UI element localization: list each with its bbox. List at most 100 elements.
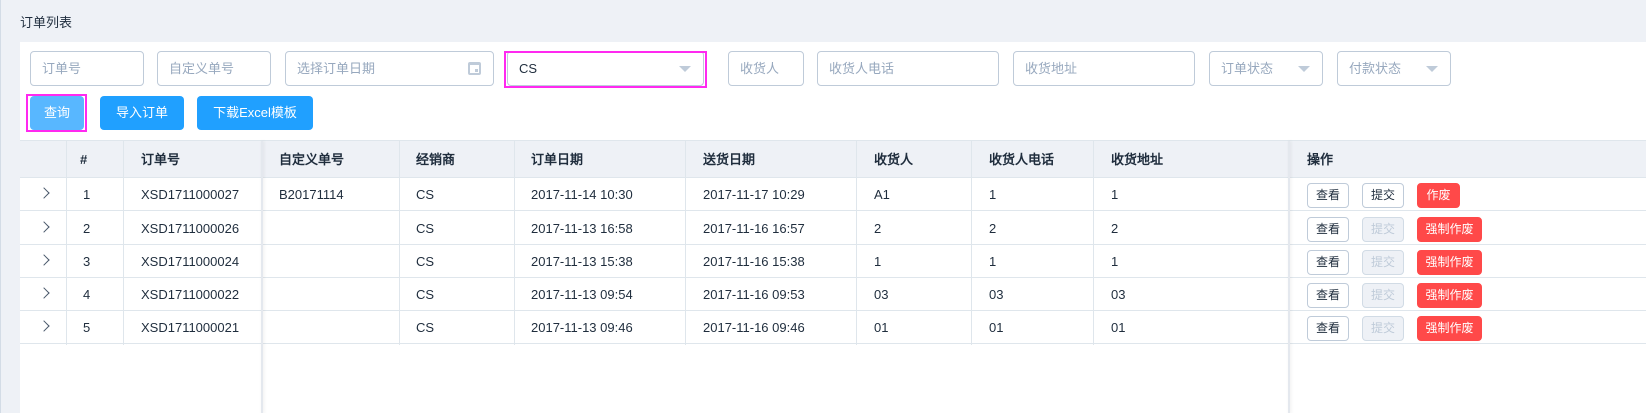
receiver-phone-input[interactable]: 收货人电话 — [817, 51, 999, 86]
cell-dealer: CS — [416, 320, 435, 335]
cell-order-date: 2017-11-13 09:54 — [531, 287, 633, 302]
fixed-column-divider — [1288, 141, 1290, 413]
cell-receiver: 01 — [874, 320, 889, 335]
cell-index: 3 — [83, 254, 91, 269]
force-void-button[interactable]: 强制作废 — [1417, 283, 1482, 308]
table-row: 4 XSD1711000022 CS 2017-11-13 09:54 2017… — [20, 278, 1646, 311]
column-divider — [685, 141, 686, 345]
cell-order-date: 2017-11-13 15:38 — [531, 254, 633, 269]
cell-index: 5 — [83, 320, 91, 335]
column-divider — [971, 141, 972, 345]
cell-delivery-date: 2017-11-17 10:29 — [703, 187, 805, 202]
cell-order-no: XSD1711000026 — [141, 221, 240, 236]
cell-dealer: CS — [416, 254, 435, 269]
cell-receiver: A1 — [874, 187, 890, 202]
cell-custom-no: B20171114 — [279, 187, 344, 202]
cell-dealer: CS — [416, 287, 435, 302]
table-row: 1 XSD1711000027 B20171114 CS 2017-11-14 … — [20, 178, 1646, 211]
cell-order-no: XSD1711000021 — [141, 320, 240, 335]
cell-delivery-date: 2017-11-16 09:46 — [703, 320, 805, 335]
chevron-right-icon[interactable] — [38, 187, 50, 199]
column-divider — [66, 141, 67, 345]
calendar-icon — [468, 62, 481, 75]
import-order-button[interactable]: 导入订单 — [100, 96, 184, 130]
header-receiver: 收货人 — [874, 152, 914, 167]
column-divider — [514, 141, 515, 345]
header-receiver-phone: 收货人电话 — [989, 152, 1055, 167]
left-border — [0, 0, 1, 413]
submit-button-disabled: 提交 — [1362, 217, 1404, 242]
payment-status-placeholder: 付款状态 — [1349, 61, 1402, 76]
chevron-right-icon[interactable] — [38, 254, 50, 266]
table-row: 3 XSD1711000024 CS 2017-11-13 15:38 2017… — [20, 245, 1646, 278]
header-order-no: 订单号 — [141, 152, 181, 167]
fixed-column-divider — [261, 141, 263, 413]
force-void-button[interactable]: 强制作废 — [1417, 316, 1482, 341]
order-date-placeholder: 选择订单日期 — [297, 61, 376, 76]
header-index: # — [80, 152, 88, 167]
order-no-input[interactable]: 订单号 — [30, 51, 144, 86]
cell-address: 1 — [1111, 254, 1119, 269]
column-divider — [1093, 141, 1094, 345]
cell-delivery-date: 2017-11-16 15:38 — [703, 254, 805, 269]
cell-receiver: 1 — [874, 254, 882, 269]
cell-phone: 03 — [989, 287, 1004, 302]
header-address: 收货地址 — [1111, 152, 1164, 167]
cell-address: 03 — [1111, 287, 1126, 302]
submit-button[interactable]: 提交 — [1362, 183, 1404, 208]
cell-dealer: CS — [416, 221, 435, 236]
cell-address: 01 — [1111, 320, 1126, 335]
table-row: 2 XSD1711000026 CS 2017-11-13 16:58 2017… — [20, 212, 1646, 245]
cell-phone: 01 — [989, 320, 1004, 335]
order-date-picker[interactable]: 选择订单日期 — [285, 51, 494, 86]
cell-phone: 1 — [989, 254, 997, 269]
header-dealer: 经销商 — [416, 152, 456, 167]
cell-phone: 1 — [989, 187, 997, 202]
cell-order-no: XSD1711000027 — [141, 187, 240, 202]
column-divider — [856, 141, 857, 345]
chevron-right-icon[interactable] — [38, 221, 50, 233]
column-divider — [123, 141, 124, 345]
table-row: 5 XSD1711000021 CS 2017-11-13 09:46 2017… — [20, 311, 1646, 344]
chevron-right-icon[interactable] — [38, 287, 50, 299]
cell-index: 4 — [83, 287, 91, 302]
query-button-highlight — [26, 94, 87, 132]
submit-button-disabled: 提交 — [1362, 250, 1404, 275]
view-button[interactable]: 查看 — [1307, 283, 1349, 308]
order-status-select[interactable]: 订单状态 — [1209, 51, 1323, 86]
cell-receiver: 03 — [874, 287, 889, 302]
chevron-down-icon — [1298, 66, 1310, 72]
header-delivery-date: 送货日期 — [703, 152, 756, 167]
force-void-button[interactable]: 强制作废 — [1417, 250, 1482, 275]
cell-order-date: 2017-11-13 09:46 — [531, 320, 633, 335]
orders-table: # 订单号 自定义单号 经销商 订单日期 送货日期 收货人 收货人电话 收货地址… — [20, 140, 1646, 413]
column-divider — [399, 141, 400, 345]
submit-button-disabled: 提交 — [1362, 316, 1404, 341]
cell-delivery-date: 2017-11-16 16:57 — [703, 221, 805, 236]
header-order-date: 订单日期 — [531, 152, 584, 167]
receiver-input[interactable]: 收货人 — [728, 51, 804, 86]
cell-index: 1 — [83, 187, 91, 202]
view-button[interactable]: 查看 — [1307, 316, 1349, 341]
chevron-down-icon — [1426, 66, 1438, 72]
cell-receiver: 2 — [874, 221, 882, 236]
cell-order-no: XSD1711000022 — [141, 287, 240, 302]
table-header: # 订单号 自定义单号 经销商 订单日期 送货日期 收货人 收货人电话 收货地址… — [20, 141, 1646, 178]
custom-no-input[interactable]: 自定义单号 — [157, 51, 271, 86]
void-button[interactable]: 作废 — [1417, 183, 1460, 208]
view-button[interactable]: 查看 — [1307, 250, 1349, 275]
header-custom-no: 自定义单号 — [279, 152, 345, 167]
dealer-select-highlight — [504, 51, 707, 88]
submit-button-disabled: 提交 — [1362, 283, 1404, 308]
cell-order-date: 2017-11-14 10:30 — [531, 187, 633, 202]
force-void-button[interactable]: 强制作废 — [1417, 217, 1482, 242]
address-input[interactable]: 收货地址 — [1013, 51, 1195, 86]
payment-status-select[interactable]: 付款状态 — [1337, 51, 1451, 86]
cell-address: 2 — [1111, 221, 1119, 236]
download-excel-template-button[interactable]: 下载Excel模板 — [197, 96, 313, 130]
chevron-right-icon[interactable] — [38, 320, 50, 332]
view-button[interactable]: 查看 — [1307, 183, 1349, 208]
view-button[interactable]: 查看 — [1307, 217, 1349, 242]
cell-order-no: XSD1711000024 — [141, 254, 240, 269]
order-status-placeholder: 订单状态 — [1221, 61, 1274, 76]
